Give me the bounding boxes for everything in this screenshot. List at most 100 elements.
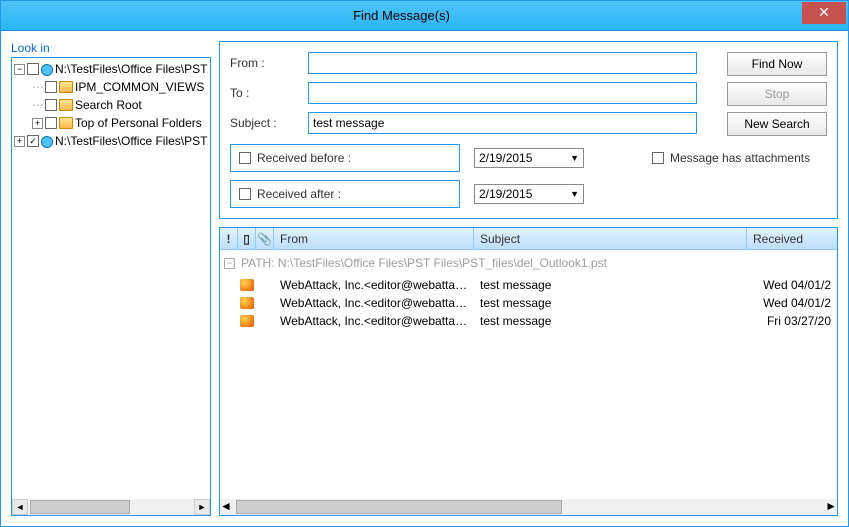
from-label: From : xyxy=(230,56,300,70)
results-hscrollbar[interactable]: ◄ ► xyxy=(220,499,837,515)
scroll-thumb[interactable] xyxy=(30,500,130,514)
results-body[interactable]: − PATH: N:\TestFiles\Office Files\PST Fi… xyxy=(220,250,837,499)
expand-icon[interactable]: + xyxy=(14,136,25,147)
attachments-row: Message has attachments xyxy=(652,151,810,165)
received-after-row: Received after : 2/19/2015 ▼ xyxy=(230,180,827,208)
stop-button[interactable]: Stop xyxy=(727,82,827,106)
tree-label: Search Root xyxy=(75,98,142,112)
tree-label: IPM_COMMON_VIEWS xyxy=(75,80,204,94)
mail-icon xyxy=(240,279,254,291)
result-subject: test message xyxy=(474,314,747,328)
action-buttons: Find Now Stop New Search xyxy=(727,52,827,136)
expand-icon[interactable]: + xyxy=(32,118,43,129)
tree-hscrollbar[interactable]: ◄ ► xyxy=(12,499,210,515)
received-before-checkbox[interactable] xyxy=(239,152,251,164)
tree-label: Top of Personal Folders xyxy=(75,116,202,130)
received-after-checkbox[interactable] xyxy=(239,188,251,200)
right-pane: From : To : Subject : Find N xyxy=(219,41,838,516)
tree-checkbox[interactable] xyxy=(45,81,57,93)
received-before-label: Received before : xyxy=(257,151,351,165)
received-before-box: Received before : xyxy=(230,144,460,172)
new-search-button[interactable]: New Search xyxy=(727,112,827,136)
col-icon[interactable]: ▯ xyxy=(238,228,256,249)
results-path-row[interactable]: − PATH: N:\TestFiles\Office Files\PST Fi… xyxy=(220,250,837,276)
chevron-down-icon: ▼ xyxy=(570,189,579,199)
scroll-left-icon[interactable]: ◄ xyxy=(12,499,28,515)
received-after-box: Received after : xyxy=(230,180,460,208)
close-button[interactable]: ✕ xyxy=(802,2,846,24)
scroll-track[interactable] xyxy=(232,499,825,515)
result-from: WebAttack, Inc.<editor@webattack.c... xyxy=(274,278,474,292)
look-in-label: Look in xyxy=(11,41,211,55)
to-label: To : xyxy=(230,86,300,100)
col-from[interactable]: From xyxy=(274,228,474,249)
received-before-row: Received before : 2/19/2015 ▼ Message ha… xyxy=(230,144,827,172)
to-input[interactable] xyxy=(308,82,697,104)
results-panel: ! ▯ 📎 From Subject Received − PATH: N:\T… xyxy=(219,227,838,516)
pst-file-icon xyxy=(41,134,53,148)
result-received: Fri 03/27/20 xyxy=(747,314,837,328)
attachments-label: Message has attachments xyxy=(670,151,810,165)
col-subject[interactable]: Subject xyxy=(474,228,747,249)
tree-label: N:\TestFiles\Office Files\PST xyxy=(55,134,207,148)
to-row: To : xyxy=(230,82,697,104)
scroll-right-icon[interactable]: ► xyxy=(825,499,837,515)
result-received: Wed 04/01/2 xyxy=(747,296,837,310)
subject-label: Subject : xyxy=(230,116,300,130)
find-now-button[interactable]: Find Now xyxy=(727,52,827,76)
result-row[interactable]: WebAttack, Inc.<editor@webattack.c... te… xyxy=(220,312,837,330)
result-row[interactable]: WebAttack, Inc.<editor@webattack.c... te… xyxy=(220,294,837,312)
received-before-date-value: 2/19/2015 xyxy=(479,151,532,165)
result-subject: test message xyxy=(474,296,747,310)
received-after-label: Received after : xyxy=(257,187,349,201)
page-icon: ▯ xyxy=(243,232,250,246)
tree-checkbox[interactable] xyxy=(27,63,39,75)
subject-input[interactable] xyxy=(308,112,697,134)
results-header: ! ▯ 📎 From Subject Received xyxy=(220,228,837,250)
find-messages-window: Find Message(s) ✕ Look in − N:\TestFiles… xyxy=(0,0,849,527)
tree-item-search-root[interactable]: ⋯ Search Root xyxy=(14,96,208,114)
tree-branch-icon: ⋯ xyxy=(32,80,43,94)
look-in-pane: Look in − N:\TestFiles\Office Files\PST … xyxy=(11,41,211,516)
content-area: Look in − N:\TestFiles\Office Files\PST … xyxy=(1,31,848,526)
tree-checkbox[interactable] xyxy=(45,117,57,129)
pst-file-icon xyxy=(41,62,53,76)
tree-branch-icon: ⋯ xyxy=(32,98,43,112)
tree-container: − N:\TestFiles\Office Files\PST ⋯ IPM_CO… xyxy=(11,57,211,516)
folder-tree[interactable]: − N:\TestFiles\Office Files\PST ⋯ IPM_CO… xyxy=(12,58,210,499)
tree-checkbox-checked[interactable]: ✓ xyxy=(27,135,39,147)
tree-item-ipm-common[interactable]: ⋯ IPM_COMMON_VIEWS xyxy=(14,78,208,96)
scroll-left-icon[interactable]: ◄ xyxy=(220,499,232,515)
scroll-thumb[interactable] xyxy=(236,500,562,514)
col-received[interactable]: Received xyxy=(747,228,837,249)
tree-item-pst-root[interactable]: − N:\TestFiles\Office Files\PST xyxy=(14,60,208,78)
result-subject: test message xyxy=(474,278,747,292)
attachments-checkbox[interactable] xyxy=(652,152,664,164)
from-input[interactable] xyxy=(308,52,697,74)
collapse-icon[interactable]: − xyxy=(224,258,235,269)
search-form: From : To : Subject : Find N xyxy=(219,41,838,219)
tree-checkbox[interactable] xyxy=(45,99,57,111)
window-title: Find Message(s) xyxy=(1,8,802,23)
chevron-down-icon: ▼ xyxy=(570,153,579,163)
result-row[interactable]: WebAttack, Inc.<editor@webattack.c... te… xyxy=(220,276,837,294)
result-from: WebAttack, Inc.<editor@webattack.c... xyxy=(274,296,474,310)
received-after-date-dropdown[interactable]: 2/19/2015 ▼ xyxy=(474,184,584,204)
result-from: WebAttack, Inc.<editor@webattack.c... xyxy=(274,314,474,328)
col-attachment[interactable]: 📎 xyxy=(256,228,274,249)
from-row: From : xyxy=(230,52,697,74)
scroll-track[interactable] xyxy=(28,499,194,515)
tree-label: N:\TestFiles\Office Files\PST xyxy=(55,62,207,76)
scroll-right-icon[interactable]: ► xyxy=(194,499,210,515)
folder-icon xyxy=(59,117,73,129)
tree-item-top-personal[interactable]: + Top of Personal Folders xyxy=(14,114,208,132)
received-before-date-dropdown[interactable]: 2/19/2015 ▼ xyxy=(474,148,584,168)
collapse-icon[interactable]: − xyxy=(14,64,25,75)
titlebar[interactable]: Find Message(s) ✕ xyxy=(1,1,848,31)
mail-icon xyxy=(240,315,254,327)
result-received: Wed 04/01/2 xyxy=(747,278,837,292)
attachment-icon: 📎 xyxy=(257,232,272,246)
subject-row: Subject : xyxy=(230,112,697,134)
col-importance[interactable]: ! xyxy=(220,228,238,249)
tree-item-pst-second[interactable]: + ✓ N:\TestFiles\Office Files\PST xyxy=(14,132,208,150)
